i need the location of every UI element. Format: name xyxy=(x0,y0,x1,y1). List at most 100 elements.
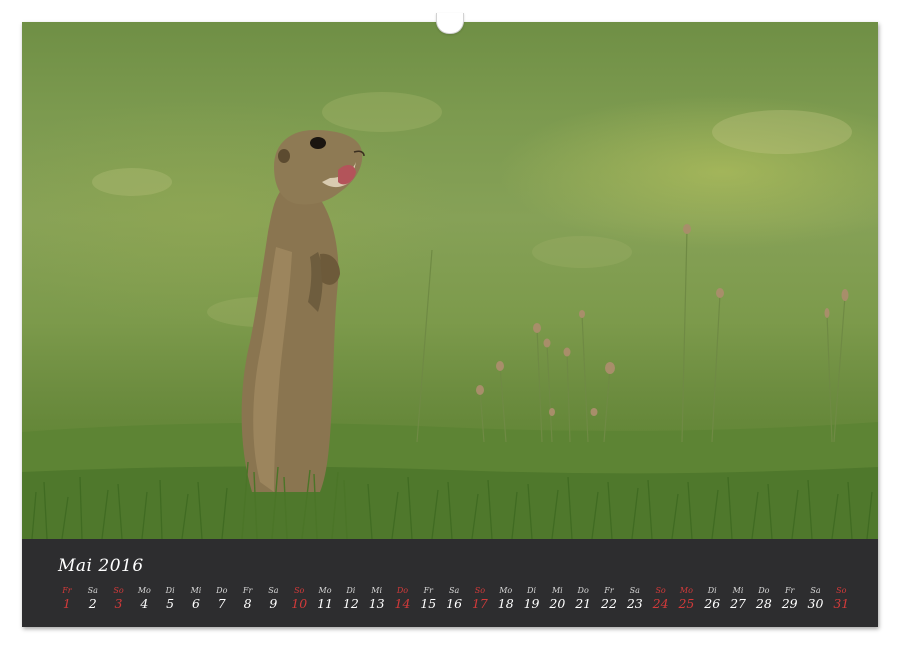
weekday-label: Mi xyxy=(364,585,390,596)
weekday-label: Fr xyxy=(415,585,441,596)
calendar-day: Fr15 xyxy=(415,585,441,621)
day-number: 25 xyxy=(674,596,700,611)
calendar-day: Di12 xyxy=(338,585,364,621)
calendar-day: Fr29 xyxy=(777,585,803,621)
weekday-label: Mo xyxy=(493,585,519,596)
weekday-label: Mo xyxy=(312,585,338,596)
day-number: 7 xyxy=(209,596,235,611)
calendar-day: Mo25 xyxy=(674,585,700,621)
calendar-day: Do14 xyxy=(390,585,416,621)
day-number: 27 xyxy=(725,596,751,611)
day-number: 31 xyxy=(828,596,854,611)
flower-stems xyxy=(417,230,845,442)
weekday-label: Sa xyxy=(80,585,106,596)
calendar-day: So31 xyxy=(828,585,854,621)
day-number: 14 xyxy=(390,596,416,611)
day-number: 22 xyxy=(596,596,622,611)
day-number: 3 xyxy=(106,596,132,611)
calendar-day: So17 xyxy=(467,585,493,621)
weekday-label: Di xyxy=(157,585,183,596)
calendar-day: Mi13 xyxy=(364,585,390,621)
day-number: 12 xyxy=(338,596,364,611)
day-number: 2 xyxy=(80,596,106,611)
day-number: 5 xyxy=(157,596,183,611)
weekday-label: Mi xyxy=(544,585,570,596)
day-list: Fr1Sa2So3Mo4Di5Mi6Do7Fr8Sa9So10Mo11Di12M… xyxy=(54,585,854,621)
day-number: 21 xyxy=(570,596,596,611)
weekday-label: Do xyxy=(570,585,596,596)
weekday-label: Sa xyxy=(803,585,829,596)
month-calendar-strip: Mai 2016 Fr1Sa2So3Mo4Di5Mi6Do7Fr8Sa9So10… xyxy=(22,540,878,627)
calendar-day: So24 xyxy=(648,585,674,621)
calendar-day: Fr22 xyxy=(596,585,622,621)
calendar-day: Sa23 xyxy=(622,585,648,621)
day-number: 23 xyxy=(622,596,648,611)
calendar-day: Do21 xyxy=(570,585,596,621)
weekday-label: Di xyxy=(519,585,545,596)
day-number: 10 xyxy=(286,596,312,611)
day-number: 16 xyxy=(441,596,467,611)
calendar-day: Mo4 xyxy=(131,585,157,621)
weekday-label: Mi xyxy=(725,585,751,596)
day-number: 8 xyxy=(235,596,261,611)
weekday-label: Mi xyxy=(183,585,209,596)
weekday-label: Fr xyxy=(235,585,261,596)
calendar-day: Mo18 xyxy=(493,585,519,621)
weekday-label: So xyxy=(828,585,854,596)
day-number: 15 xyxy=(415,596,441,611)
weekday-label: So xyxy=(467,585,493,596)
day-number: 20 xyxy=(544,596,570,611)
flower-buds xyxy=(476,224,849,416)
weekday-label: Do xyxy=(209,585,235,596)
calendar-day: So3 xyxy=(106,585,132,621)
calendar-day: Di5 xyxy=(157,585,183,621)
day-number: 13 xyxy=(364,596,390,611)
weekday-label: Di xyxy=(699,585,725,596)
day-number: 9 xyxy=(261,596,287,611)
calendar-day: Fr8 xyxy=(235,585,261,621)
calendar-day: Sa9 xyxy=(261,585,287,621)
calendar-day: Mi20 xyxy=(544,585,570,621)
calendar-day: Fr1 xyxy=(54,585,80,621)
day-number: 17 xyxy=(467,596,493,611)
calendar-day: So10 xyxy=(286,585,312,621)
weekday-label: Sa xyxy=(261,585,287,596)
weekday-label: Fr xyxy=(777,585,803,596)
calendar-day: Sa30 xyxy=(803,585,829,621)
weekday-label: Do xyxy=(751,585,777,596)
weekday-label: Do xyxy=(390,585,416,596)
day-number: 28 xyxy=(751,596,777,611)
calendar-day: Di26 xyxy=(699,585,725,621)
day-number: 30 xyxy=(803,596,829,611)
photo-illustration xyxy=(22,22,878,539)
calendar-sheet: Mai 2016 Fr1Sa2So3Mo4Di5Mi6Do7Fr8Sa9So10… xyxy=(22,22,878,627)
calendar-day: Di19 xyxy=(519,585,545,621)
weekday-label: So xyxy=(648,585,674,596)
day-number: 29 xyxy=(777,596,803,611)
calendar-day: Sa16 xyxy=(441,585,467,621)
weekday-label: Mo xyxy=(674,585,700,596)
ground-squirrel-photo xyxy=(22,22,878,539)
day-number: 19 xyxy=(519,596,545,611)
day-number: 26 xyxy=(699,596,725,611)
calendar-day: Sa2 xyxy=(80,585,106,621)
day-number: 11 xyxy=(312,596,338,611)
calendar-day: Mi6 xyxy=(183,585,209,621)
weekday-label: Di xyxy=(338,585,364,596)
weekday-label: Sa xyxy=(622,585,648,596)
bokeh-background xyxy=(92,92,852,327)
weekday-label: So xyxy=(286,585,312,596)
weekday-label: Fr xyxy=(54,585,80,596)
calendar-day: Do28 xyxy=(751,585,777,621)
weekday-label: Mo xyxy=(131,585,157,596)
day-number: 18 xyxy=(493,596,519,611)
weekday-label: Fr xyxy=(596,585,622,596)
month-title: Mai 2016 xyxy=(58,556,144,576)
weekday-label: So xyxy=(106,585,132,596)
day-number: 6 xyxy=(183,596,209,611)
weekday-label: Sa xyxy=(441,585,467,596)
calendar-day: Mi27 xyxy=(725,585,751,621)
day-number: 24 xyxy=(648,596,674,611)
day-number: 1 xyxy=(54,596,80,611)
day-number: 4 xyxy=(131,596,157,611)
